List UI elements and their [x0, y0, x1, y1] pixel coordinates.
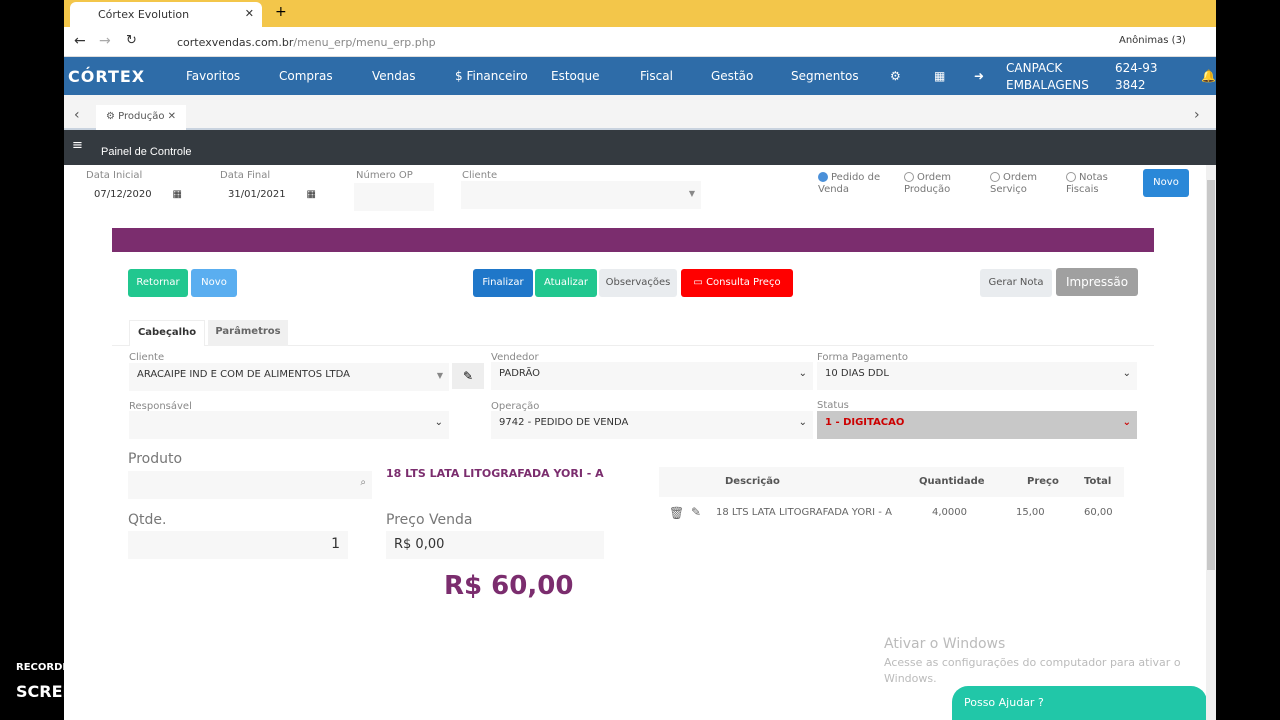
- cliente-filter-select[interactable]: ▼: [461, 181, 701, 209]
- data-final-label: Data Final: [220, 170, 271, 181]
- data-final-input[interactable]: 31/01/2021 ▦: [220, 183, 320, 211]
- cliente-select[interactable]: ARACAIPE IND E COM DE ALIMENTOS LTDA ▼: [129, 363, 449, 391]
- gerar-nota-button[interactable]: Gerar Nota: [980, 269, 1052, 297]
- search-icon[interactable]: ⌕: [360, 477, 366, 488]
- main-content: Data Inicial 07/12/2020 ▦ Data Final 31/0…: [64, 165, 1207, 720]
- retornar-button[interactable]: Retornar: [128, 269, 188, 297]
- tabs-next-icon[interactable]: ›: [1194, 107, 1200, 123]
- observacoes-button[interactable]: Observações: [599, 269, 677, 297]
- forward-icon[interactable]: →: [99, 33, 111, 49]
- bell-icon[interactable]: 🔔: [1201, 69, 1216, 83]
- nav-fiscal[interactable]: Fiscal: [640, 69, 673, 83]
- nav-estoque[interactable]: Estoque: [551, 69, 600, 83]
- radio-pedido-venda[interactable]: Pedido de Venda: [818, 172, 888, 196]
- nav-gestao[interactable]: Gestão: [711, 69, 753, 83]
- cliente-filter-label: Cliente: [462, 170, 498, 181]
- preco-venda-label: Preço Venda: [386, 512, 473, 528]
- calendar-icon[interactable]: ▦: [307, 189, 316, 200]
- nav-financeiro[interactable]: $ Financeiro: [455, 69, 528, 83]
- tab-cabecalho[interactable]: Cabeçalho: [129, 320, 205, 346]
- atualizar-button[interactable]: Atualizar: [535, 269, 597, 297]
- numero-op-input[interactable]: [354, 183, 434, 211]
- radio-ordem-servico[interactable]: Ordem Serviço: [990, 172, 1050, 196]
- tab-producao[interactable]: ⚙ Produção ✕: [96, 105, 187, 130]
- qtde-label: Qtde.: [128, 512, 167, 528]
- accent-bar: [112, 228, 1154, 252]
- company-name: CANPACK EMBALAGENS: [1006, 61, 1089, 92]
- consulta-preco-button[interactable]: ▭ Consulta Preço: [681, 269, 793, 297]
- data-inicial-label: Data Inicial: [86, 170, 143, 181]
- cliente-label: Cliente: [129, 352, 165, 363]
- close-tab-icon[interactable]: ✕: [245, 7, 254, 20]
- reload-icon[interactable]: ↻: [126, 33, 137, 48]
- laptop-icon: ▭: [693, 277, 707, 288]
- produto-input[interactable]: ⌕: [128, 471, 372, 499]
- windows-activation-text: Acesse as configurações do computador pa…: [884, 656, 1181, 685]
- company-code: 624-933842: [1115, 61, 1158, 92]
- produto-label: Produto: [128, 451, 183, 467]
- novo-filter-button[interactable]: Novo: [1143, 169, 1189, 197]
- total-value: R$ 60,00: [444, 571, 574, 601]
- edit-cliente-icon[interactable]: ✎: [452, 363, 484, 389]
- browser-tab[interactable]: Córtex Evolution ✕: [70, 2, 262, 27]
- gear-icon[interactable]: ⚙: [890, 69, 901, 83]
- store-icon[interactable]: ▦: [934, 69, 945, 83]
- open-tabs-bar: ‹ ⚙ Produção ✕ ›: [64, 103, 1216, 130]
- forma-pagamento-select[interactable]: 10 DIAS DDL ⌄: [817, 362, 1137, 390]
- finalizar-button[interactable]: Finalizar: [473, 269, 533, 297]
- help-chat-button[interactable]: Posso Ajudar ?: [952, 686, 1207, 720]
- responsavel-select[interactable]: ⌄: [129, 411, 449, 439]
- table-row: 🗑 ✎ 18 LTS LATA LITOGRAFADA YORI - A 4,0…: [659, 499, 1124, 527]
- tab-producao-label: Produção: [118, 111, 165, 122]
- profile-button[interactable]: Anônimas (3): [1119, 35, 1186, 46]
- close-icon[interactable]: ✕: [168, 111, 176, 122]
- address-bar[interactable]: ← → ↻ cortexvendas.com.br/menu_erp/menu_…: [64, 27, 1216, 57]
- scrollbar[interactable]: [1206, 165, 1216, 720]
- status-label: Status: [817, 400, 849, 411]
- tab-title: Córtex Evolution: [98, 8, 190, 21]
- panel-header: ≡ Painel de Controle: [64, 130, 1216, 165]
- url-path: /menu_erp/menu_erp.php: [293, 36, 436, 49]
- back-icon[interactable]: ←: [74, 33, 86, 49]
- radio-ordem-producao[interactable]: Ordem Produção: [904, 172, 974, 196]
- nav-vendas[interactable]: Vendas: [372, 69, 416, 83]
- url-domain: cortexvendas.com.br: [177, 36, 294, 49]
- edit-icon[interactable]: ✎: [691, 505, 701, 519]
- numero-op-label: Número OP: [356, 170, 413, 181]
- tabs-prev-icon[interactable]: ‹: [74, 107, 80, 123]
- nav-compras[interactable]: Compras: [279, 69, 333, 83]
- vendedor-select[interactable]: PADRÃO ⌄: [491, 362, 813, 390]
- windows-activation-title: Ativar o Windows: [884, 636, 1006, 652]
- tab-parametros[interactable]: Parâmetros: [208, 320, 288, 346]
- screencast-logo: SCREENCAST ◉ MATIC: [16, 682, 215, 701]
- new-tab-icon[interactable]: +: [275, 4, 287, 20]
- top-nav: CÓRTEX Favoritos Compras Vendas $ Financ…: [64, 57, 1216, 95]
- status-select[interactable]: 1 - DIGITACAO ⌄: [817, 411, 1137, 439]
- menu-icon[interactable]: ≡: [72, 138, 83, 153]
- radio-notas-fiscais[interactable]: Notas Fiscais: [1066, 172, 1126, 196]
- logo: CÓRTEX: [68, 67, 146, 86]
- data-inicial-input[interactable]: 07/12/2020 ▦: [86, 183, 186, 211]
- trash-icon[interactable]: 🗑: [669, 506, 684, 520]
- items-table-header: Descrição Quantidade Preço Total: [659, 467, 1124, 497]
- produto-name: 18 LTS LATA LITOGRAFADA YORI - A: [386, 467, 604, 480]
- watermark-recorded: RECORDED WITH: [16, 662, 111, 673]
- calendar-icon[interactable]: ▦: [173, 189, 182, 200]
- qtde-input[interactable]: 1: [128, 531, 348, 559]
- nav-favoritos[interactable]: Favoritos: [186, 69, 240, 83]
- impressao-button[interactable]: Impressão: [1056, 268, 1138, 296]
- operacao-select[interactable]: 9742 - PEDIDO DE VENDA ⌄: [491, 411, 813, 439]
- logout-icon[interactable]: ➜: [974, 69, 984, 83]
- preco-venda-input[interactable]: R$ 0,00: [386, 531, 604, 559]
- novo-button[interactable]: Novo: [191, 269, 237, 297]
- nav-segmentos[interactable]: Segmentos: [791, 69, 859, 83]
- panel-title: Painel de Controle: [101, 146, 192, 158]
